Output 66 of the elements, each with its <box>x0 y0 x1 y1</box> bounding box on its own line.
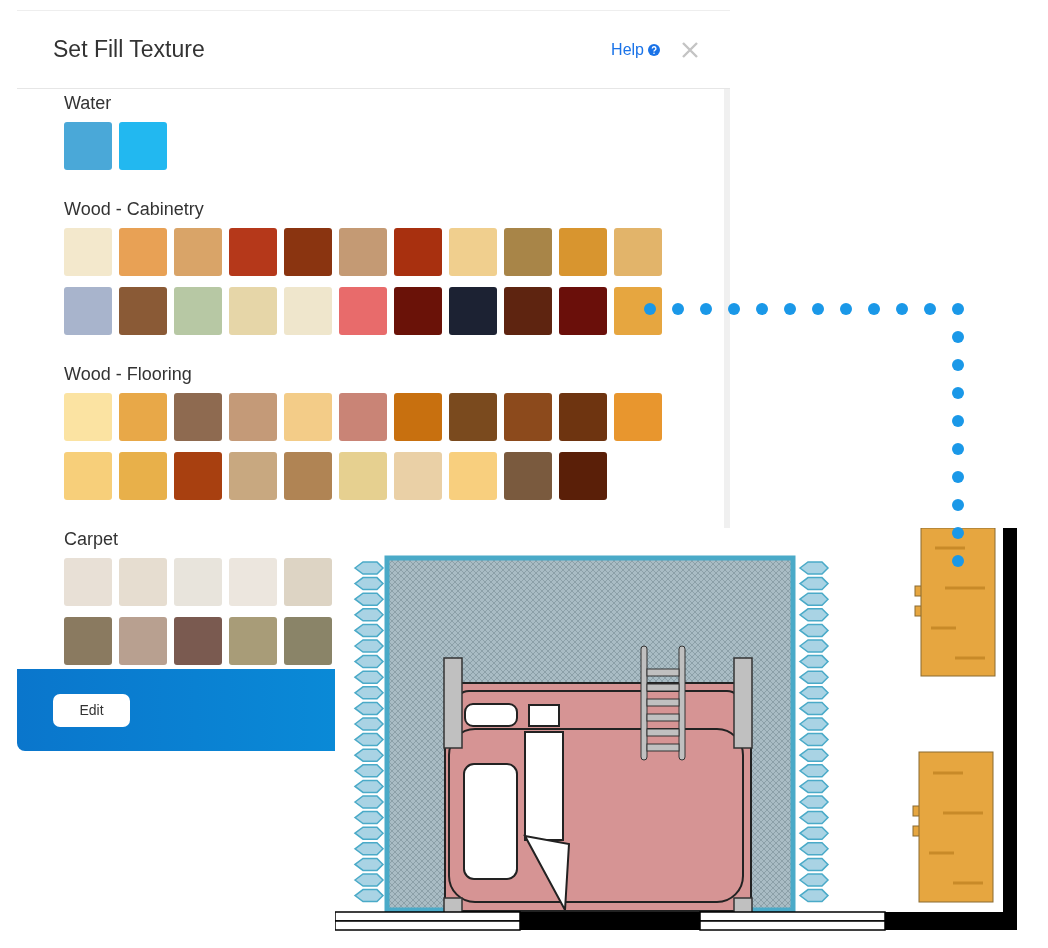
texture-swatch[interactable] <box>119 393 167 441</box>
cabinet-drawing[interactable] <box>914 528 996 677</box>
texture-swatch[interactable] <box>229 617 277 665</box>
texture-swatch[interactable] <box>559 228 607 276</box>
texture-swatch[interactable] <box>284 287 332 335</box>
texture-swatch[interactable] <box>339 287 387 335</box>
texture-swatch[interactable] <box>449 452 497 500</box>
texture-swatch[interactable] <box>339 452 387 500</box>
texture-swatch[interactable] <box>229 228 277 276</box>
section-label: Wood - Cabinetry <box>64 198 205 221</box>
texture-swatch[interactable] <box>174 287 222 335</box>
texture-swatch[interactable] <box>119 228 167 276</box>
texture-swatch[interactable] <box>64 228 112 276</box>
texture-swatch[interactable] <box>559 287 607 335</box>
texture-swatch[interactable] <box>229 393 277 441</box>
texture-swatch[interactable] <box>504 228 552 276</box>
texture-swatch[interactable] <box>394 452 442 500</box>
texture-swatch[interactable] <box>339 393 387 441</box>
texture-swatch[interactable] <box>174 558 222 606</box>
texture-swatch[interactable] <box>504 287 552 335</box>
texture-swatch[interactable] <box>64 452 112 500</box>
texture-swatch[interactable] <box>284 393 332 441</box>
texture-swatch[interactable] <box>394 393 442 441</box>
texture-swatch[interactable] <box>229 287 277 335</box>
texture-swatch[interactable] <box>119 617 167 665</box>
texture-swatch[interactable] <box>339 228 387 276</box>
texture-swatch[interactable] <box>449 228 497 276</box>
texture-swatch[interactable] <box>559 452 607 500</box>
texture-swatch[interactable] <box>174 617 222 665</box>
section-label: Wood - Flooring <box>64 363 193 386</box>
dialog-title: Set Fill Texture <box>53 36 206 63</box>
texture-swatch[interactable] <box>229 452 277 500</box>
texture-swatch[interactable] <box>174 393 222 441</box>
texture-swatch[interactable] <box>614 393 662 441</box>
texture-swatch[interactable] <box>614 228 662 276</box>
texture-swatch[interactable] <box>559 393 607 441</box>
section-label: Carpet <box>64 528 120 551</box>
texture-swatch[interactable] <box>504 452 552 500</box>
texture-swatch[interactable] <box>119 122 167 170</box>
texture-swatch[interactable] <box>394 287 442 335</box>
texture-swatch[interactable] <box>119 452 167 500</box>
texture-swatch[interactable] <box>174 228 222 276</box>
texture-swatch[interactable] <box>284 228 332 276</box>
texture-swatch[interactable] <box>64 393 112 441</box>
texture-swatch[interactable] <box>284 617 332 665</box>
texture-swatch[interactable] <box>504 393 552 441</box>
texture-swatch[interactable] <box>119 287 167 335</box>
cabinet-drawing[interactable] <box>912 751 994 903</box>
texture-swatch[interactable] <box>229 558 277 606</box>
texture-swatch[interactable] <box>284 452 332 500</box>
texture-swatch[interactable] <box>394 228 442 276</box>
close-icon[interactable] <box>682 41 698 58</box>
texture-swatch[interactable] <box>64 558 112 606</box>
help-link[interactable]: Help <box>611 40 644 59</box>
texture-swatch[interactable] <box>64 617 112 665</box>
texture-swatch[interactable] <box>64 122 112 170</box>
texture-swatch[interactable] <box>174 452 222 500</box>
section-label: Water <box>64 92 113 115</box>
texture-swatch[interactable] <box>614 287 662 335</box>
help-icon[interactable] <box>648 43 660 56</box>
edit-button[interactable]: Edit <box>53 693 130 727</box>
texture-swatch[interactable] <box>449 287 497 335</box>
texture-swatch[interactable] <box>449 393 497 441</box>
texture-swatch[interactable] <box>119 558 167 606</box>
texture-swatch[interactable] <box>64 287 112 335</box>
texture-swatch[interactable] <box>284 558 332 606</box>
